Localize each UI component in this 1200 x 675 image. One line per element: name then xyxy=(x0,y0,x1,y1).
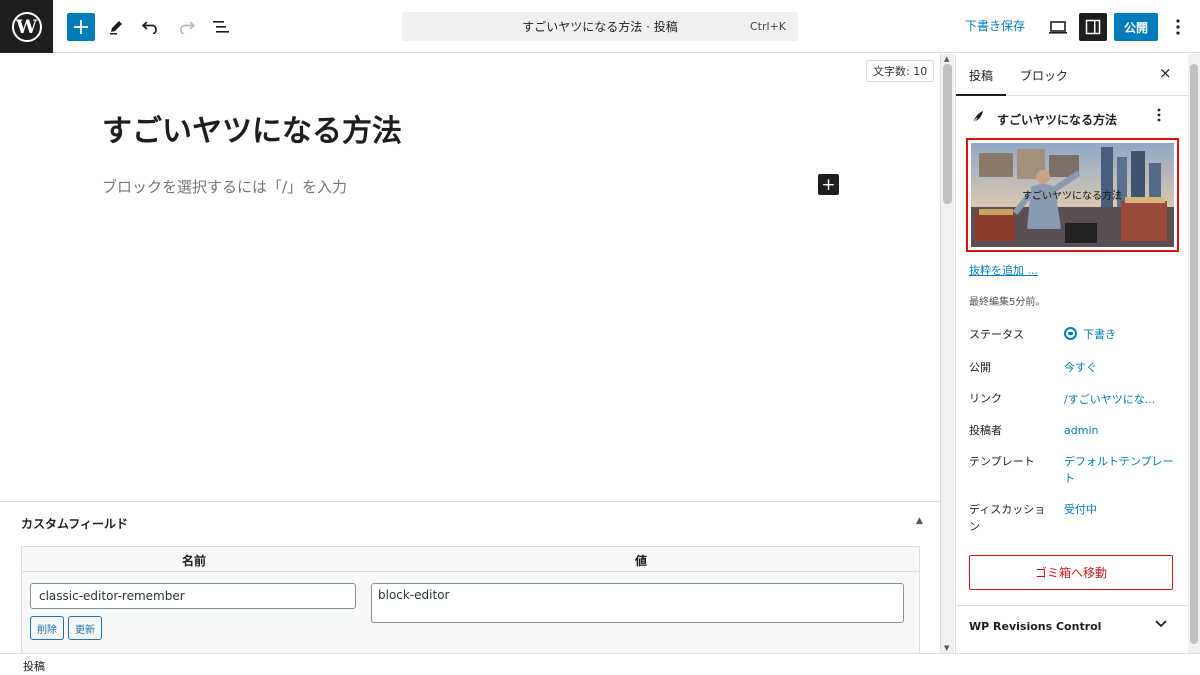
custom-field-key-input[interactable]: classic-editor-remember xyxy=(30,583,356,609)
add-excerpt-link[interactable]: 抜粋を追加 ... xyxy=(969,262,1038,278)
scroll-up-arrow-icon[interactable]: ▲ xyxy=(944,55,949,63)
column-value-header: 値 xyxy=(635,554,648,568)
featured-image-illustration: すごいヤツになる方法 xyxy=(971,143,1174,247)
close-icon[interactable]: × xyxy=(1159,64,1172,82)
custom-fields-title[interactable]: カスタムフィールド xyxy=(21,515,128,532)
post-feather-icon xyxy=(972,110,984,128)
move-to-trash-button[interactable]: ゴミ箱へ移動 xyxy=(969,555,1173,590)
block-inserter-button[interactable]: + xyxy=(67,13,95,41)
undo-icon[interactable] xyxy=(137,13,165,41)
word-count-badge: 文字数: 10 xyxy=(866,60,935,82)
discussion-value[interactable]: 受付中 xyxy=(1064,501,1174,518)
custom-fields-table: 名前 値 classic-editor-remember block-edito… xyxy=(21,546,920,654)
command-shortcut: Ctrl+K xyxy=(749,20,786,33)
tools-pencil-icon[interactable] xyxy=(102,13,130,41)
template-label: テンプレート xyxy=(969,455,1035,468)
collapse-up-arrow-icon[interactable]: ▲ xyxy=(916,516,923,526)
scroll-down-arrow-icon[interactable]: ▼ xyxy=(944,644,949,652)
command-palette-search[interactable]: すごいヤツになる方法 · 投稿 Ctrl+K xyxy=(402,12,798,41)
update-field-button[interactable]: 更新 xyxy=(68,616,102,640)
sidebar-scrollbar[interactable] xyxy=(1188,54,1200,653)
delete-field-button[interactable]: 削除 xyxy=(30,616,64,640)
breadcrumb-post[interactable]: 投稿 xyxy=(23,658,45,674)
wordpress-logo-button[interactable]: W xyxy=(0,0,53,53)
document-overview-icon[interactable] xyxy=(207,13,235,41)
editor-top-toolbar: W + すごいヤツになる方法 · 投稿 Ctrl+K 下書き保存 公開 xyxy=(0,0,1200,53)
add-block-plus-icon[interactable]: + xyxy=(818,174,839,195)
discussion-label: ディスカッション xyxy=(969,503,1046,533)
sidebar-tabs: 投稿 ブロック × xyxy=(955,54,1188,96)
status-value-button[interactable]: 下書き xyxy=(1064,326,1174,343)
featured-image-overlay-text: すごいヤツになる方法 xyxy=(1022,189,1122,202)
draft-status-icon xyxy=(1064,327,1077,340)
panel-divider xyxy=(956,605,1188,606)
last-edited-text: 最終編集5分前。 xyxy=(969,297,1046,308)
column-name-header: 名前 xyxy=(182,554,207,568)
command-palette-title: すごいヤツになる方法 · 投稿 xyxy=(522,20,678,34)
author-value[interactable]: admin xyxy=(1064,422,1174,439)
tab-post[interactable]: 投稿 xyxy=(955,67,1007,96)
custom-field-value-textarea[interactable]: block-editor xyxy=(371,583,904,623)
status-value-text: 下書き xyxy=(1083,328,1116,341)
publish-button[interactable]: 公開 xyxy=(1114,13,1158,41)
preview-desktop-icon[interactable] xyxy=(1044,13,1072,41)
save-draft-button[interactable]: 下書き保存 xyxy=(965,17,1025,34)
wordpress-logo-icon: W xyxy=(11,11,42,42)
featured-image[interactable]: すごいヤツになる方法 xyxy=(966,138,1179,252)
publish-date-label: 公開 xyxy=(969,361,991,374)
settings-sidebar: 投稿 ブロック × すごいヤツになる方法 すごいヤツになる方法 抜粋を追加 ..… xyxy=(955,54,1188,653)
editor-scrollbar[interactable]: ▲ ▼ xyxy=(940,54,954,653)
link-label: リンク xyxy=(969,392,1002,405)
sidebar-scroll-thumb[interactable] xyxy=(1190,64,1198,644)
status-label: ステータス xyxy=(969,328,1024,341)
block-placeholder-text[interactable]: ブロックを選択するには「/」を入力 xyxy=(102,176,347,197)
editor-footer-breadcrumb: 投稿 xyxy=(0,653,1200,675)
custom-fields-metabox: カスタムフィールド ▲ 名前 値 classic-editor-remember… xyxy=(0,501,940,654)
chevron-down-icon[interactable] xyxy=(1155,617,1167,632)
publish-date-value[interactable]: 今すぐ xyxy=(1064,359,1174,376)
revisions-panel-title[interactable]: WP Revisions Control xyxy=(969,620,1101,633)
post-actions-kebab-icon[interactable] xyxy=(1157,108,1161,126)
post-summary-title: すごいヤツになる方法 xyxy=(997,113,1118,127)
redo-icon[interactable] xyxy=(172,13,200,41)
template-value[interactable]: デフォルトテンプレート xyxy=(1064,453,1174,487)
options-kebab-icon[interactable] xyxy=(1164,13,1192,41)
permalink-value[interactable]: /すごいヤツにな... xyxy=(1064,391,1174,408)
post-title-field[interactable]: すごいヤツになる方法 xyxy=(102,106,402,150)
custom-fields-header: 名前 値 xyxy=(22,547,919,572)
author-label: 投稿者 xyxy=(969,424,1002,437)
tab-block[interactable]: ブロック xyxy=(1020,67,1068,84)
editor-scroll-thumb[interactable] xyxy=(943,64,952,204)
settings-sidebar-toggle-icon[interactable] xyxy=(1079,13,1107,41)
